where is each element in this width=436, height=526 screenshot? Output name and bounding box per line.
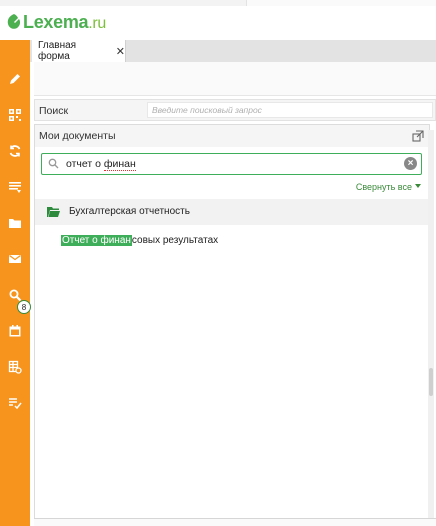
sync-icon[interactable] bbox=[4, 140, 26, 162]
calendar-icon[interactable] bbox=[4, 320, 26, 342]
qr-code-icon[interactable] bbox=[4, 104, 26, 126]
list-filter-icon[interactable] bbox=[4, 176, 26, 198]
expand-panel-icon[interactable] bbox=[412, 130, 424, 142]
bottom-panel-edge bbox=[34, 518, 436, 526]
clear-search-icon[interactable]: × bbox=[404, 157, 417, 170]
result-rest: совых результатах bbox=[131, 235, 219, 246]
table-settings-icon[interactable] bbox=[4, 356, 26, 378]
logo-text: Lexema.ru bbox=[23, 11, 107, 32]
top-bar: Lexema.ru bbox=[0, 0, 436, 40]
search-result-item[interactable]: Отчет о финансовых результатах bbox=[61, 235, 218, 246]
search-icon bbox=[48, 158, 59, 169]
documents-search-input[interactable]: отчет о финан × bbox=[41, 153, 422, 175]
scrollbar-thumb[interactable] bbox=[429, 368, 433, 396]
lexema-logo[interactable]: Lexema.ru bbox=[6, 10, 106, 34]
folder-open-icon bbox=[47, 207, 60, 217]
browser-strip bbox=[0, 0, 436, 6]
scrollbar[interactable] bbox=[428, 130, 434, 522]
global-search-row: Поиск Введите поисковый запрос bbox=[34, 99, 436, 121]
global-search-input[interactable]: Введите поисковый запрос bbox=[147, 102, 433, 118]
search-query: отчет о финан bbox=[66, 158, 136, 171]
panel-header: Мои документы bbox=[35, 125, 429, 147]
sidebar: 8 bbox=[0, 40, 31, 526]
folder-icon[interactable] bbox=[4, 212, 26, 234]
collapse-all-link[interactable]: Свернуть все bbox=[356, 182, 421, 192]
checklist-icon[interactable] bbox=[4, 392, 26, 414]
group-accounting-reports[interactable]: Бухгалтерская отчетность bbox=[35, 199, 429, 225]
result-match-highlight: Отчет о финан bbox=[61, 235, 132, 246]
my-documents-panel: Мои документы отчет о финан × Свернуть в… bbox=[34, 124, 430, 526]
tab-main-form[interactable]: Главная форма ✕ bbox=[32, 40, 126, 62]
logo-leaf-icon bbox=[7, 14, 21, 29]
search-label: Поиск bbox=[39, 105, 69, 117]
group-name: Бухгалтерская отчетность bbox=[69, 206, 190, 217]
panel-title: Мои документы bbox=[39, 130, 116, 142]
toolbar-band bbox=[34, 62, 436, 96]
tab-label: Главная форма bbox=[38, 40, 77, 62]
pencil-icon[interactable] bbox=[4, 68, 26, 90]
tab-bar: Главная форма ✕ bbox=[30, 40, 436, 62]
search-icon[interactable] bbox=[4, 284, 26, 306]
close-icon[interactable]: ✕ bbox=[116, 45, 125, 58]
mail-icon[interactable] bbox=[4, 248, 26, 270]
